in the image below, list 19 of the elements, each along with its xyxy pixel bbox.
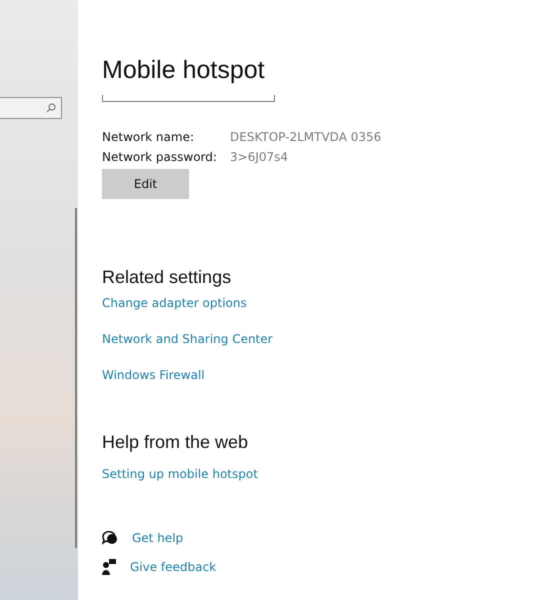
page-title: Mobile hotspot xyxy=(102,56,265,85)
chat-question-icon xyxy=(102,531,118,545)
field-value: DESKTOP-2LMTVDA 0356 xyxy=(230,130,382,144)
settings-link[interactable]: Windows Firewall xyxy=(102,368,205,382)
footer-link[interactable]: Get help xyxy=(132,531,184,545)
section-heading: Help from the web xyxy=(102,432,248,453)
help-link[interactable]: Setting up mobile hotspot xyxy=(102,467,258,481)
person-feedback-icon xyxy=(102,559,116,575)
settings-link[interactable]: Network and Sharing Center xyxy=(102,332,273,346)
search-icon xyxy=(46,103,56,113)
scrollbar[interactable] xyxy=(75,208,77,548)
field-value: 3>6J07s4 xyxy=(230,150,290,164)
field-label: Network password: xyxy=(102,150,218,164)
footer-link[interactable]: Give feedback xyxy=(130,560,216,574)
settings-link[interactable]: Change adapter options xyxy=(102,296,247,310)
field-label: Network name: xyxy=(102,130,195,144)
section-heading: Related settings xyxy=(102,267,232,288)
search-field[interactable] xyxy=(0,97,62,119)
edit-button[interactable]: Edit xyxy=(102,169,189,199)
